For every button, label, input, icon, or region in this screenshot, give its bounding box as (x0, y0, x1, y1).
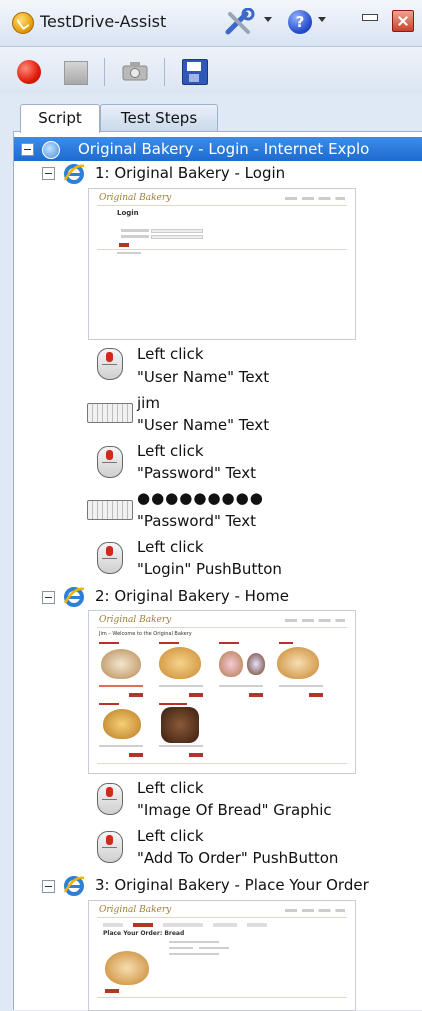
step-target[interactable]: "User Name" Text (137, 416, 269, 434)
step-target[interactable]: "Password" Text (137, 464, 256, 482)
tree-page-label[interactable]: 3: Original Bakery - Place Your Order (95, 876, 422, 894)
tree-root-label: Original Bakery - Login - Internet Explo (78, 140, 370, 158)
collapse-icon[interactable] (42, 167, 55, 180)
minimize-icon[interactable] (362, 14, 378, 21)
step-target[interactable]: "Password" Text (137, 512, 256, 530)
app-title: TestDrive-Assist (40, 12, 167, 31)
step-action[interactable]: jim (137, 394, 160, 412)
step-target[interactable]: "User Name" Text (137, 368, 269, 386)
help-icon[interactable]: ? (288, 10, 312, 34)
save-icon[interactable] (182, 59, 208, 85)
collapse-icon[interactable] (21, 143, 34, 156)
tab-test-steps[interactable]: Test Steps (100, 104, 218, 132)
tree-page-label[interactable]: 2: Original Bakery - Home (95, 587, 289, 605)
mouse-icon (97, 446, 123, 478)
mouse-icon (97, 542, 123, 574)
mouse-icon (97, 783, 123, 815)
internet-explorer-icon (63, 876, 85, 896)
step-action[interactable]: Left click (137, 538, 204, 556)
page-thumbnail[interactable]: Original Bakery Login (88, 188, 356, 340)
step-action[interactable]: Left click (137, 442, 204, 460)
step-action[interactable]: Left click (137, 827, 204, 845)
collapse-icon[interactable] (42, 591, 55, 604)
toolbar-divider (104, 58, 105, 86)
mouse-icon (97, 348, 123, 380)
toolbar-divider (164, 58, 165, 86)
step-action-masked[interactable]: ●●●●●●●●● (137, 489, 264, 507)
internet-explorer-icon (63, 587, 85, 607)
step-target[interactable]: "Add To Order" PushButton (137, 849, 338, 867)
step-target[interactable]: "Login" PushButton (137, 560, 282, 578)
browser-icon (42, 141, 60, 159)
stop-button[interactable] (64, 61, 88, 85)
tools-dropdown-icon[interactable] (264, 17, 272, 22)
step-action[interactable]: Left click (137, 779, 204, 797)
keyboard-icon (87, 500, 133, 520)
keyboard-icon (87, 403, 133, 423)
mouse-icon (97, 831, 123, 863)
page-thumbnail[interactable]: Original Bakery Place Your Order: Bread (88, 900, 356, 1011)
record-button[interactable] (17, 60, 41, 84)
tree-page-label[interactable]: 1: Original Bakery - Login (95, 164, 285, 182)
step-action[interactable]: Left click (137, 345, 204, 363)
tab-script[interactable]: Script (20, 104, 100, 133)
app-logo-icon (12, 12, 34, 34)
tools-icon[interactable] (224, 8, 258, 36)
step-target[interactable]: "Image Of Bread" Graphic (137, 801, 332, 819)
camera-icon[interactable] (122, 61, 148, 81)
close-icon[interactable] (392, 10, 414, 32)
internet-explorer-icon (63, 164, 85, 184)
help-dropdown-icon[interactable] (318, 17, 326, 22)
page-thumbnail[interactable]: Original Bakery Jim – Welcome to the Ori… (88, 610, 356, 774)
collapse-icon[interactable] (42, 880, 55, 893)
